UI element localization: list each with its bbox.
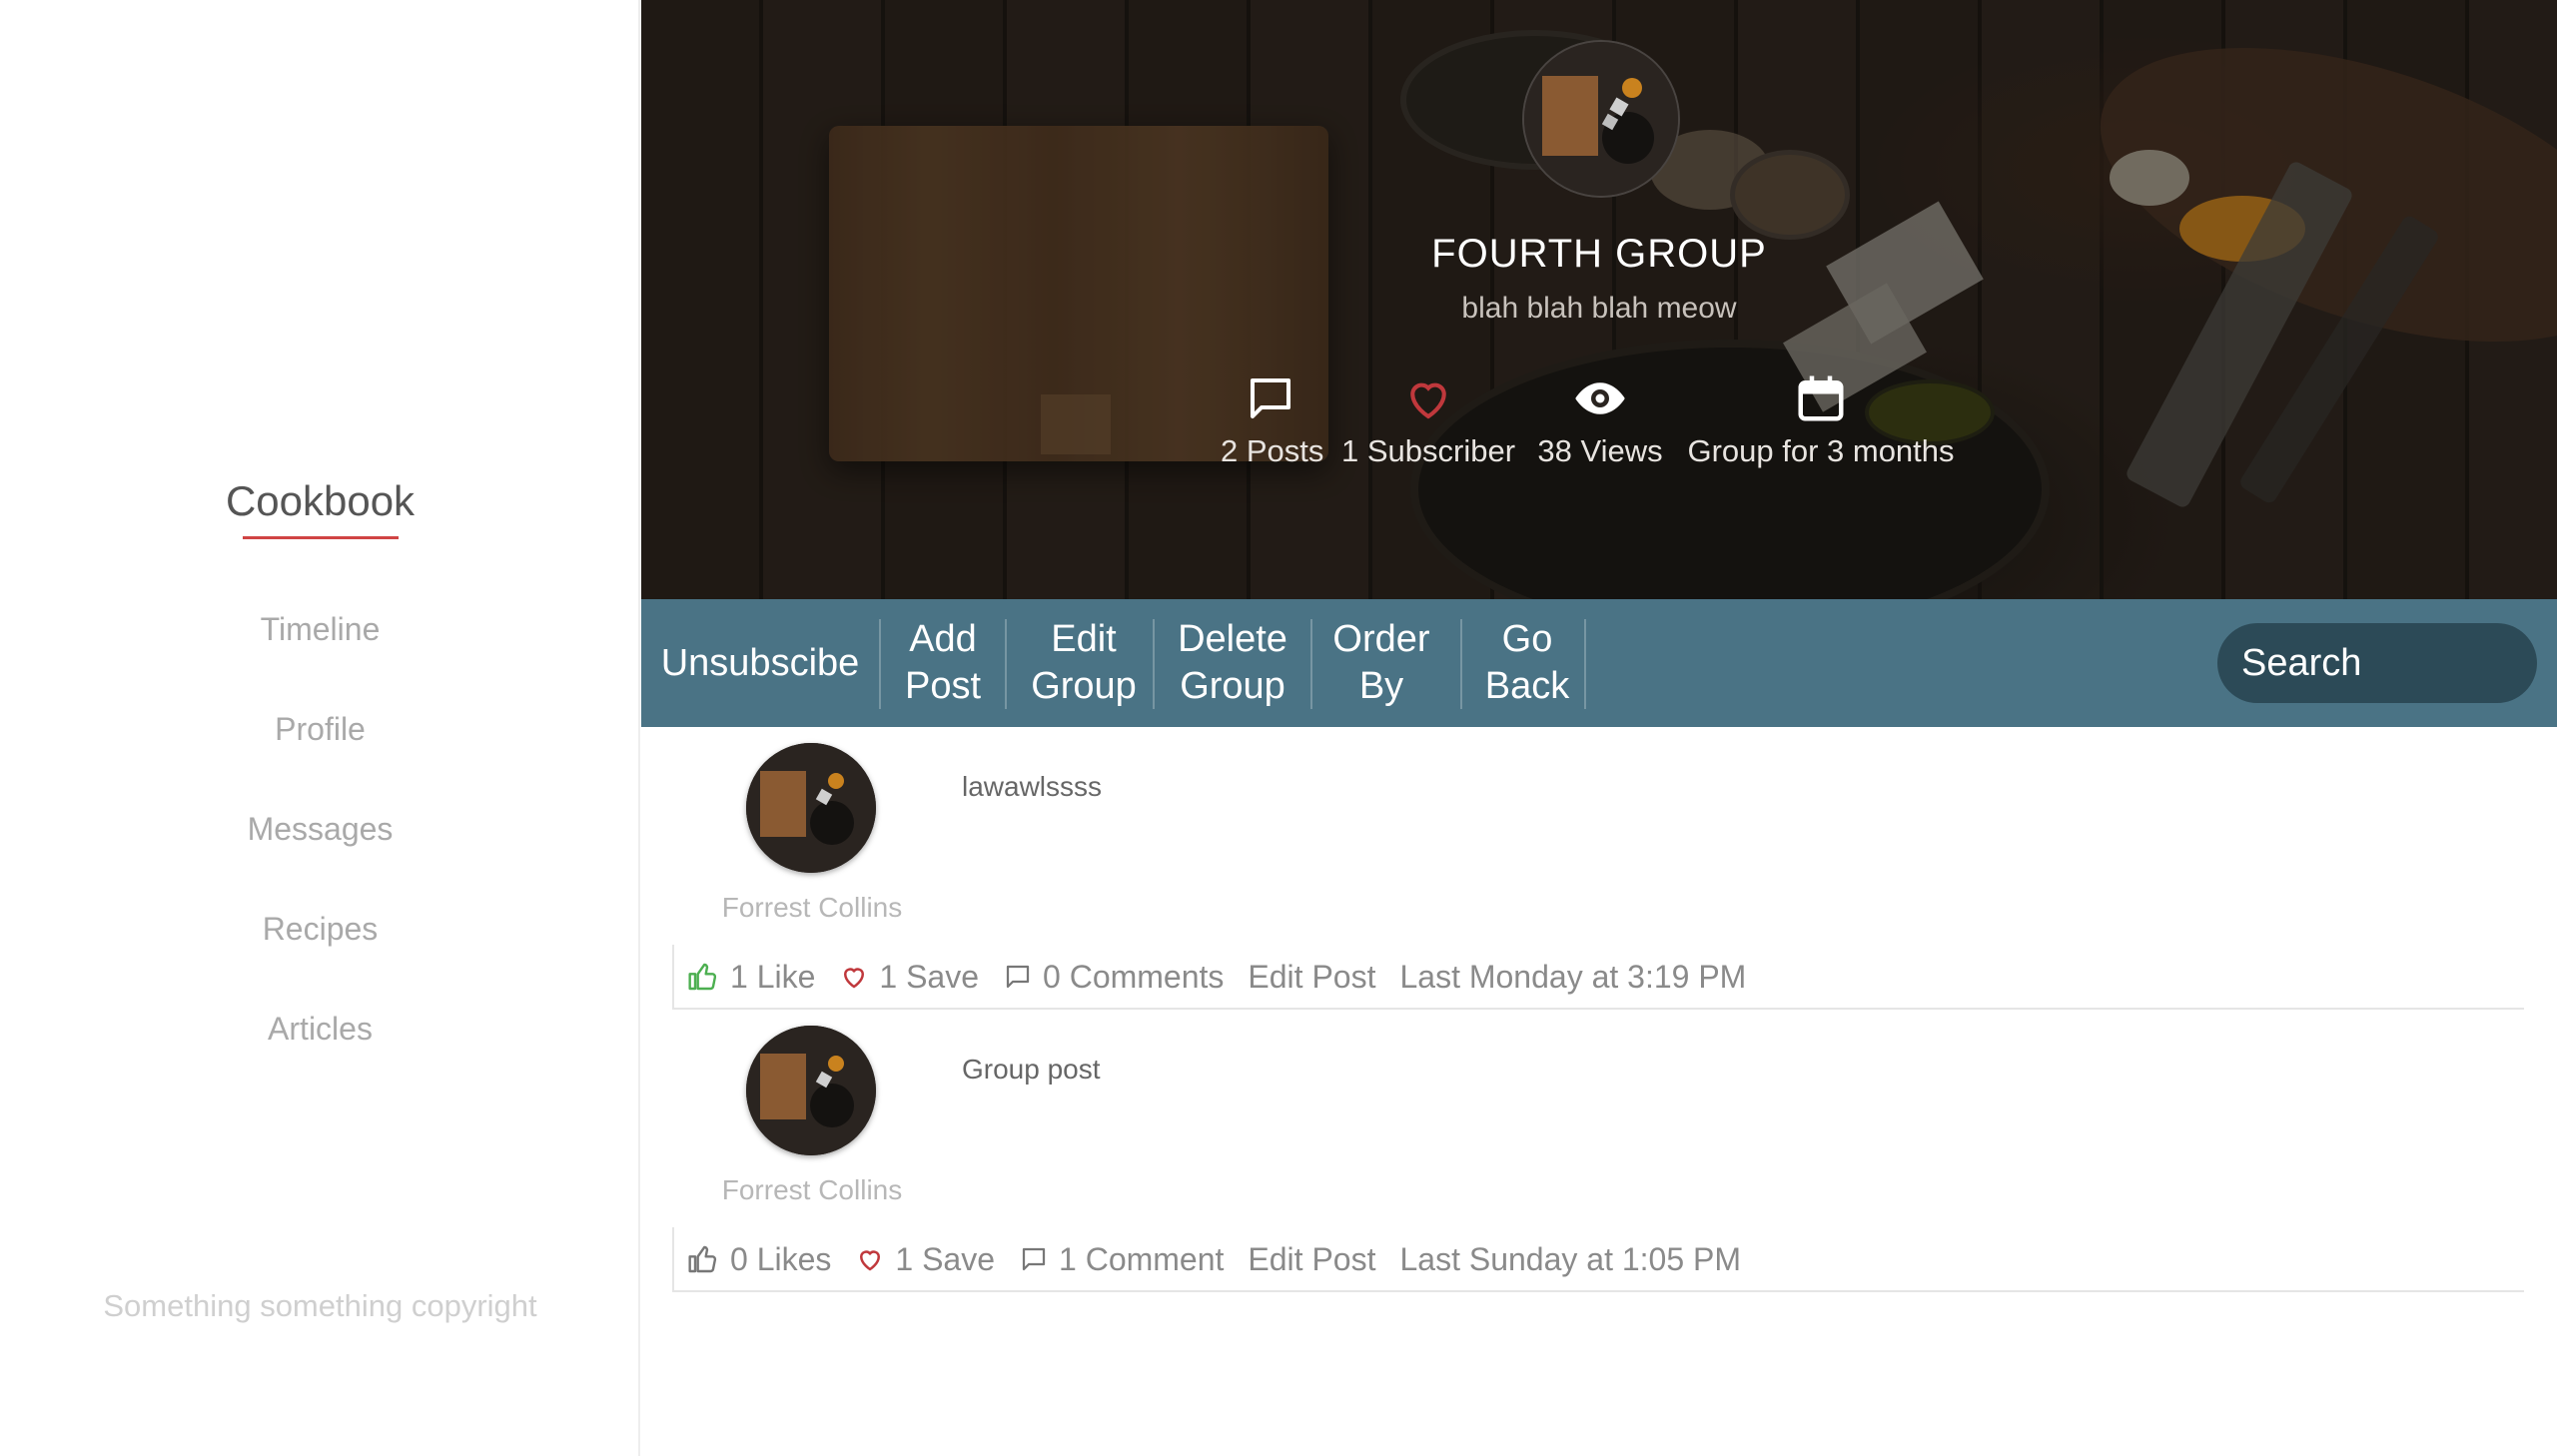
heart-icon <box>844 968 865 989</box>
post-timestamp: Last Sunday at 1:05 PM <box>1399 1240 1742 1277</box>
group-description: blah blah blah meow <box>1461 292 1737 325</box>
save-button[interactable]: 1 Save <box>839 959 979 996</box>
order-by-label-line1: Order <box>1332 618 1430 660</box>
thumbs-up-icon <box>688 963 717 991</box>
order-by-button[interactable]: Order By <box>1312 599 1450 727</box>
save-count: 1 Save <box>895 1240 996 1277</box>
search-input[interactable] <box>2217 623 2537 703</box>
edit-post-button[interactable]: Edit Post <box>1248 1241 1375 1278</box>
delete-group-label-line2: Group <box>1180 665 1285 707</box>
post-actions: 0 Likes 1 Save 1 Comment Edit Post Last … <box>672 1227 1765 1291</box>
copyright-text: Something something copyright <box>103 1288 537 1323</box>
eye-icon <box>1535 371 1665 427</box>
sidebar-item-messages[interactable]: Messages <box>0 803 640 903</box>
sidebar-item-recipes[interactable]: Recipes <box>0 903 640 1003</box>
add-post-button[interactable]: Add Post <box>881 599 1005 727</box>
stat-subscribers: 1 Subscriber <box>1341 371 1515 469</box>
stat-subscribers-label: 1 Subscriber <box>1341 433 1516 468</box>
sidebar-item-profile[interactable]: Profile <box>0 703 640 803</box>
stat-views: 38 Views <box>1535 371 1665 469</box>
go-back-button[interactable]: Go Back <box>1462 599 1592 727</box>
add-post-label-line2: Post <box>904 665 982 707</box>
save-button[interactable]: 1 Save <box>855 1241 995 1278</box>
group-post: Forrest Collins lawawlssss 1 Like 1 Save… <box>672 727 2524 1010</box>
post-body: Group post <box>962 1054 1101 1085</box>
calendar-icon <box>1684 371 1958 427</box>
post-timestamp: Last Monday at 3:19 PM <box>1399 958 1747 995</box>
edit-group-label-line1: Edit <box>1051 618 1117 660</box>
post-body: lawawlssss <box>962 771 1103 802</box>
comment-icon <box>1221 371 1320 427</box>
stat-age: Group for 3 months <box>1684 371 1958 469</box>
stat-views-label: 38 Views <box>1537 433 1663 468</box>
toolbar-divider <box>1584 619 1586 709</box>
brand-title[interactable]: Cookbook <box>0 477 640 525</box>
save-count: 1 Save <box>879 958 980 995</box>
like-count: 1 Like <box>730 958 816 995</box>
sidebar-item-articles[interactable]: Articles <box>0 1003 640 1102</box>
thumbs-up-icon <box>688 1245 717 1273</box>
like-button[interactable]: 1 Like <box>686 959 815 996</box>
comment-count: 0 Comments <box>1043 958 1225 995</box>
like-button[interactable]: 0 Likes <box>686 1241 831 1278</box>
group-avatar[interactable] <box>1522 40 1680 198</box>
delete-group-button[interactable]: Delete Group <box>1155 599 1310 727</box>
post-actions: 1 Like 1 Save 0 Comments Edit Post Last … <box>672 945 1770 1009</box>
stat-posts-label: 2 Posts <box>1221 433 1324 468</box>
comments-button[interactable]: 0 Comments <box>1003 959 1224 996</box>
comments-button[interactable]: 1 Comment <box>1019 1241 1224 1278</box>
order-by-label-line2: By <box>1358 665 1404 707</box>
group-title: FOURTH GROUP <box>1431 232 1767 276</box>
sidebar-item-timeline[interactable]: Timeline <box>0 603 640 703</box>
go-back-label-line2: Back <box>1484 665 1570 707</box>
add-post-label-line1: Add <box>909 618 977 660</box>
heart-icon <box>860 1250 881 1271</box>
sidebar-nav: Timeline Profile Messages Recipes Articl… <box>0 603 640 1102</box>
post-author-avatar[interactable] <box>746 743 876 873</box>
post-author-avatar[interactable] <box>746 1026 876 1155</box>
group-toolbar: Unsubscibe Add Post Edit Group Delete Gr… <box>641 599 2557 727</box>
post-author-name[interactable]: Forrest Collins <box>672 892 952 924</box>
stat-age-label: Group for 3 months <box>1687 433 1955 468</box>
sidebar: Cookbook Timeline Profile Messages Recip… <box>0 0 640 1456</box>
comment-count: 1 Comment <box>1059 1240 1225 1277</box>
delete-group-label-line1: Delete <box>1178 618 1287 660</box>
post-author-name[interactable]: Forrest Collins <box>672 1174 952 1206</box>
like-count: 0 Likes <box>730 1240 832 1277</box>
edit-group-button[interactable]: Edit Group <box>1007 599 1161 727</box>
heart-icon <box>1341 371 1515 427</box>
stat-posts: 2 Posts <box>1221 371 1324 469</box>
comment-icon <box>1006 965 1030 989</box>
comment-icon <box>1022 1247 1046 1271</box>
brand-underline <box>243 536 399 539</box>
unsubscribe-button[interactable]: Unsubscibe <box>641 599 879 727</box>
group-post: Forrest Collins Group post 0 Likes 1 Sav… <box>672 1010 2524 1292</box>
edit-group-label-line2: Group <box>1031 665 1137 707</box>
go-back-label-line1: Go <box>1501 618 1553 660</box>
edit-post-button[interactable]: Edit Post <box>1248 959 1375 996</box>
